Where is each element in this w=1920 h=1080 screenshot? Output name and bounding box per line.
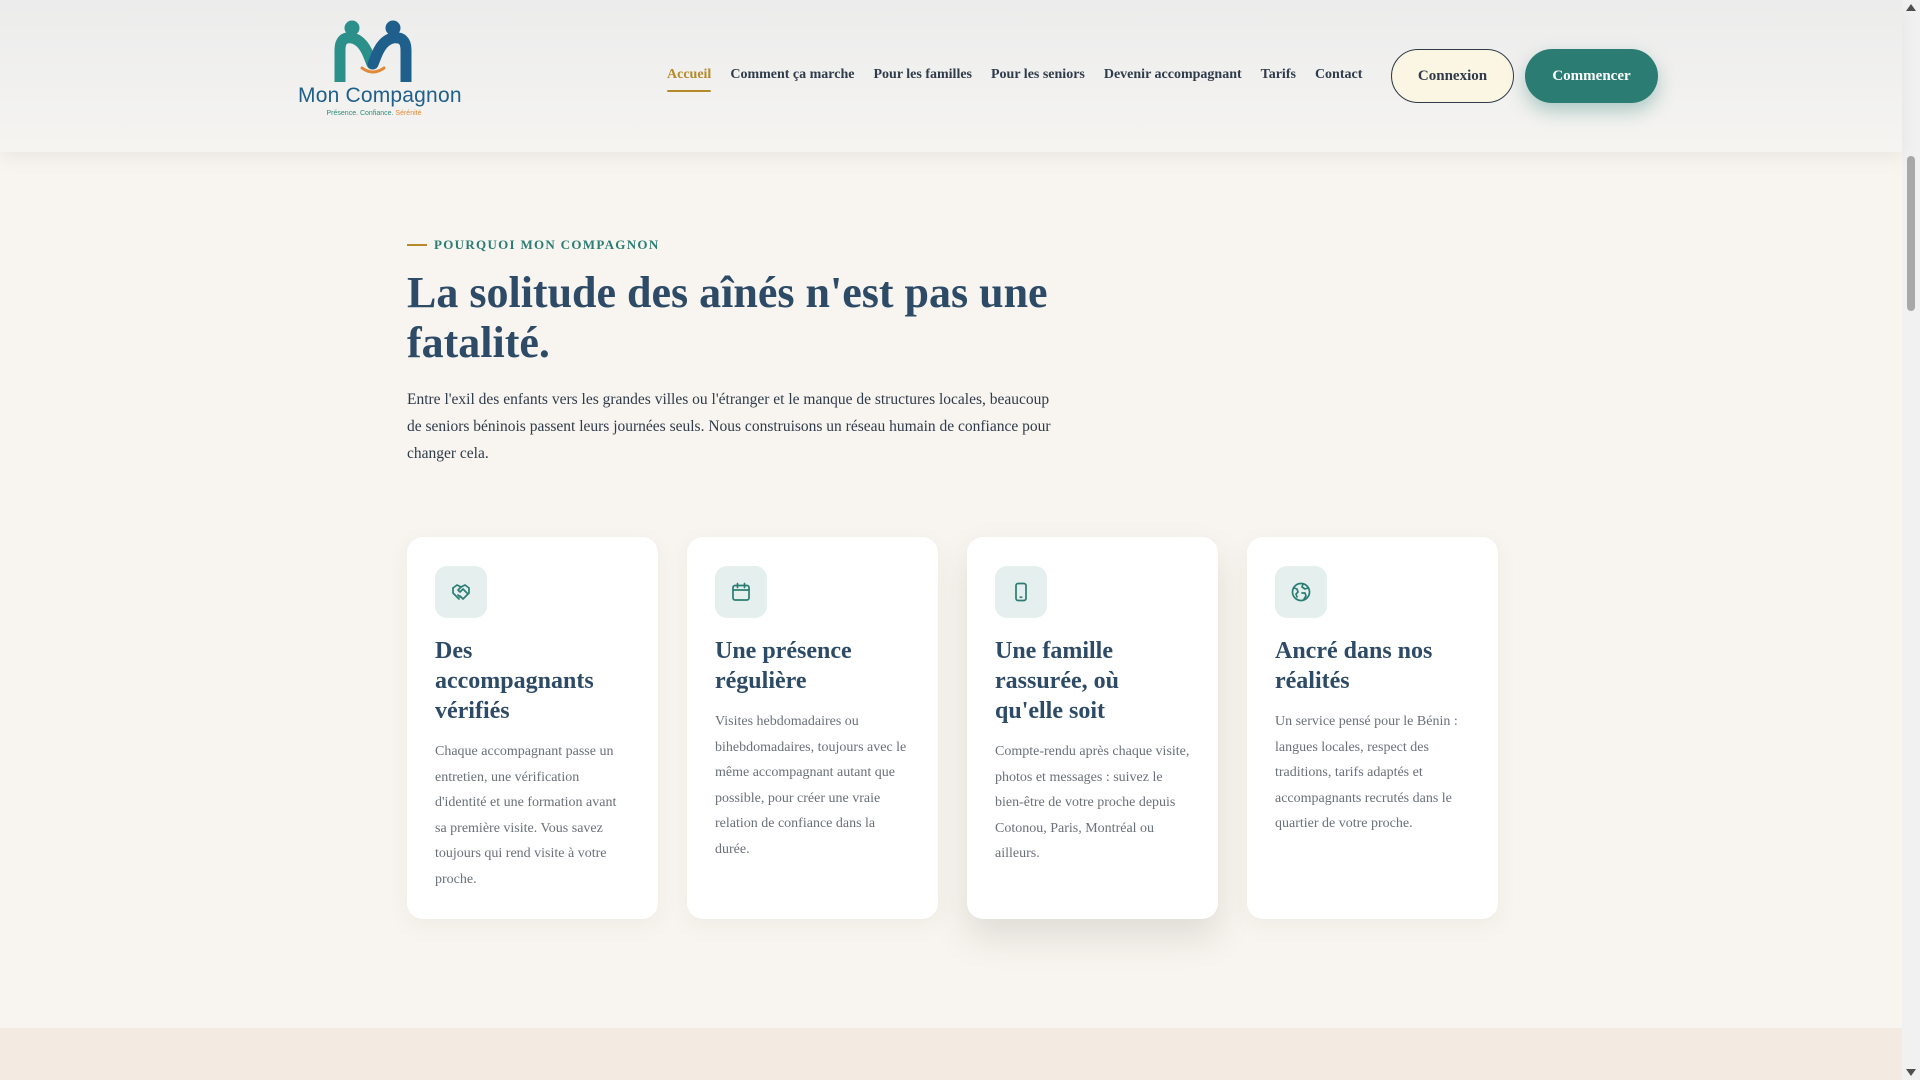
feature-card-text: Chaque accompagnant passe un entretien, … [435,744,617,887]
feature-icon-box [715,566,767,618]
eyebrow-text: POURQUOI MON COMPAGNON [434,237,660,252]
feature-card-title: Une présence régulière [715,638,852,694]
logo-tagline-accent: Sérénité [395,110,422,117]
feature-card-title: Une famille rassurée, où qu'elle soit [995,638,1119,724]
nav-item-devenir-accompagnant[interactable]: Devenir accompagnant [1104,67,1242,83]
nav-item-pour-les-seniors[interactable]: Pour les seniors [991,67,1085,83]
scroll-up-arrow-icon[interactable] [1906,4,1916,11]
feature-icon-box [1275,566,1327,618]
logo[interactable]: Mon Compagnon Présence. Confiance. Sérén… [296,20,462,122]
logo-mark-icon [334,20,412,82]
feature-card-text: Compte-rendu après chaque visite, photos… [995,744,1190,861]
handshake-icon [452,584,470,600]
next-section-band [0,1028,1902,1080]
feature-card-regular: Une présence régulière Visites hebdomada… [687,537,938,919]
nav-item-accueil[interactable]: Accueil [667,67,712,92]
feature-icon-box [995,566,1047,618]
nav-item-comment-ca-marche[interactable]: Comment ça marche [730,67,854,83]
login-button[interactable]: Connexion [1391,49,1514,103]
get-started-button[interactable]: Commencer [1525,49,1658,103]
globe-icon [1291,582,1311,602]
nav-item-tarifs[interactable]: Tarifs [1261,67,1296,83]
section-lead: Entre l'exil des enfants vers les grande… [407,391,1051,462]
calendar-icon [732,582,750,601]
feature-card-title: Des accompagnants vérifiés [435,638,594,724]
feature-cards: Des accompagnants vérifiés Chaque accomp… [407,537,1498,919]
logo-tagline-main: Présence. Confiance. [326,110,394,117]
feature-card-text: Un service pensé pour le Bénin : langues… [1275,714,1458,831]
feature-icon-box [435,566,487,618]
scroll-thumb[interactable] [1907,156,1915,311]
eyebrow-line [407,244,427,246]
logo-tagline: Présence. Confiance. Sérénité [298,110,450,117]
feature-card-local: Ancré dans nos réalités Un service pensé… [1247,537,1498,919]
nav-item-pour-les-familles[interactable]: Pour les familles [873,67,972,83]
scroll-down-arrow-icon[interactable] [1906,1069,1916,1076]
logo-wordmark: Mon Compagnon [298,84,462,107]
main-nav: Accueil Comment ça marche Pour les famil… [667,67,1381,92]
feature-card-family: Une famille rassurée, où qu'elle soit Co… [967,537,1218,919]
page-scrollbar[interactable] [1902,0,1920,1080]
section-eyebrow: POURQUOI MON COMPAGNON [407,237,660,253]
smartphone-icon [1015,582,1027,602]
feature-card-text: Visites hebdomadaires ou bihebdomadaires… [715,714,907,857]
nav-item-contact[interactable]: Contact [1315,67,1362,83]
feature-card-title: Ancré dans nos réalités [1275,638,1433,694]
site-header: Mon Compagnon Présence. Confiance. Sérén… [0,0,1902,152]
section-title: La solitude des aînés n'est pas une fata… [407,268,1048,367]
feature-card-verified: Des accompagnants vérifiés Chaque accomp… [407,537,658,919]
